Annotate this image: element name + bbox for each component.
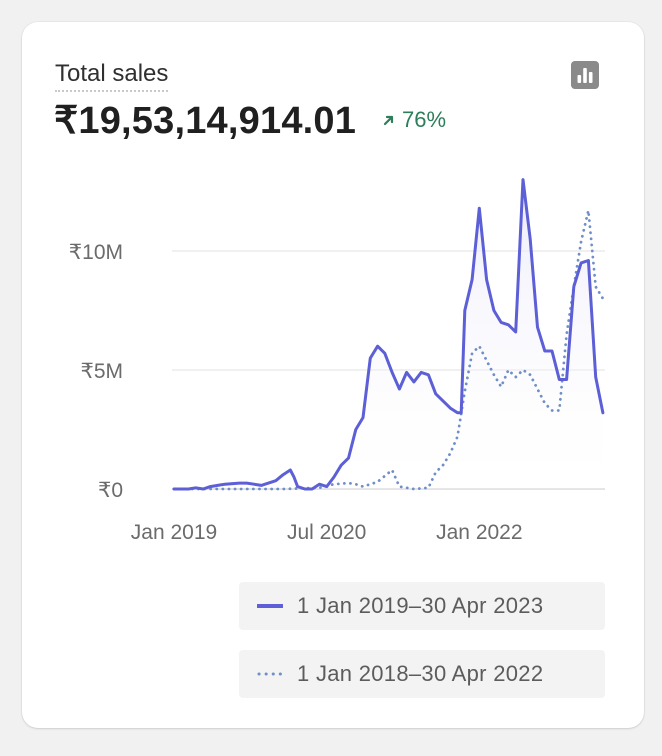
- y-tick-label: ₹0: [98, 479, 123, 502]
- y-tick-label: ₹10M: [69, 241, 123, 264]
- legend-item-current[interactable]: 1 Jan 2019–30 Apr 2023: [239, 582, 605, 630]
- legend-label-current: 1 Jan 2019–30 Apr 2023: [297, 593, 544, 618]
- line-chart: ₹0 ₹5M ₹10M Jan 2019 Jul 2020 Jan 2022: [69, 178, 605, 544]
- x-tick-label: Jan 2022: [436, 521, 522, 544]
- total-sales-card: Total sales ₹19,53,14,914.01 76% ₹0 ₹5M ₹1…: [22, 22, 644, 728]
- y-tick-label: ₹5M: [80, 360, 123, 383]
- legend-item-comparison[interactable]: 1 Jan 2018–30 Apr 2022: [239, 650, 605, 698]
- x-tick-label: Jan 2019: [131, 521, 217, 544]
- legend-label-comparison: 1 Jan 2018–30 Apr 2022: [297, 661, 544, 686]
- solid-line-swatch: [257, 604, 283, 608]
- dotted-line-swatch: [257, 672, 283, 676]
- x-tick-label: Jul 2020: [287, 521, 366, 544]
